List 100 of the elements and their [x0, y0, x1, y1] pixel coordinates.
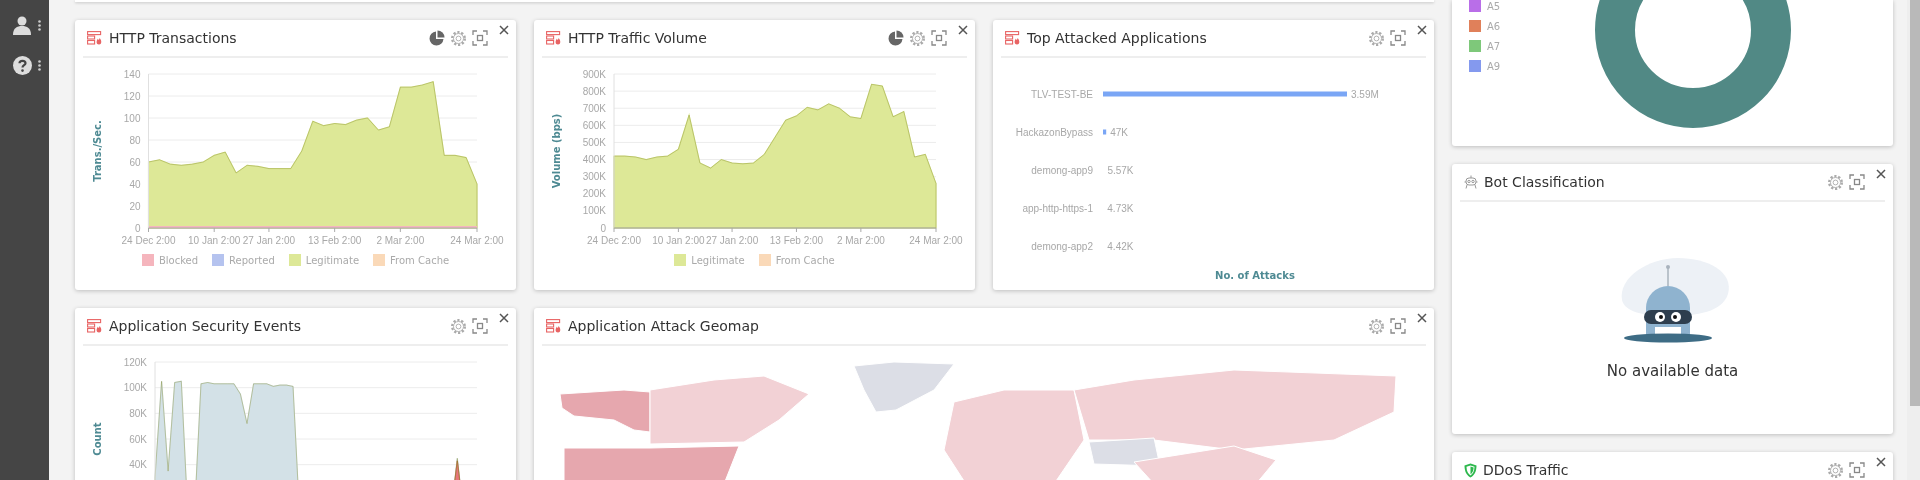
widget-title: HTTP Traffic Volume — [568, 30, 707, 46]
x-tick-label: 10 Jan 2:00 — [652, 235, 705, 246]
x-tick-label: 2 Mar 2:00 — [836, 235, 885, 246]
grid-flame-icon — [546, 31, 562, 45]
more-icon[interactable] — [38, 19, 41, 31]
y-tick-label: 60K — [129, 433, 147, 445]
category-label: demong-app2 — [1031, 241, 1093, 252]
settings-icon[interactable] — [909, 29, 926, 47]
close-button[interactable] — [956, 23, 970, 37]
settings-icon[interactable] — [1827, 173, 1844, 191]
value-label: 3.59M — [1351, 89, 1379, 100]
scrollbar-thumb[interactable] — [1910, 0, 1920, 406]
help-icon[interactable] — [12, 56, 32, 75]
x-tick-label: 27 Jan 2:00 — [242, 235, 296, 246]
legend-swatch[interactable] — [1469, 20, 1481, 32]
legend-label[interactable]: A6 — [1487, 20, 1501, 32]
legend-label[interactable]: A5 — [1487, 0, 1501, 12]
more-icon[interactable] — [37, 60, 41, 71]
grid-flame-icon — [546, 319, 562, 333]
pie-chart-icon[interactable] — [887, 29, 904, 47]
expand-icon[interactable] — [472, 30, 488, 46]
category-label: HackazonBypass — [1015, 127, 1093, 138]
close-button[interactable] — [497, 23, 511, 37]
axis-title: Count — [92, 422, 103, 456]
expand-icon[interactable] — [931, 30, 947, 46]
y-tick-label: 100K — [582, 205, 606, 217]
axis-title: Volume (bps) — [551, 113, 562, 189]
legend-swatch[interactable] — [1469, 40, 1481, 52]
settings-icon[interactable] — [1368, 29, 1385, 47]
legend-swatch[interactable] — [674, 254, 687, 266]
y-tick-label: 900K — [582, 68, 606, 80]
axis-title: No. of Attacks — [1215, 270, 1295, 281]
legend-label[interactable]: From Cache — [775, 254, 835, 266]
widget-title: Application Security Events — [109, 318, 301, 334]
legend-swatch[interactable] — [288, 254, 301, 266]
legend-label[interactable]: Legitimate — [691, 254, 745, 266]
y-tick-label: 80K — [129, 407, 147, 419]
close-button[interactable] — [1415, 23, 1429, 37]
y-tick-label: 100K — [123, 382, 147, 394]
legend-swatch[interactable] — [373, 254, 386, 266]
y-tick-label: 40 — [129, 178, 141, 190]
close-button[interactable] — [1415, 311, 1429, 325]
y-tick-label: 80 — [129, 134, 141, 146]
legend-label[interactable]: From Cache — [390, 254, 450, 266]
grid-flame-icon — [87, 319, 103, 333]
y-tick-label: 600K — [582, 119, 606, 131]
user-icon[interactable] — [12, 15, 32, 35]
legend-label[interactable]: A9 — [1487, 60, 1501, 72]
legend-label[interactable]: Reported — [229, 254, 275, 266]
y-tick-label: 200K — [582, 188, 606, 200]
robot-icon — [1464, 175, 1478, 189]
y-tick-label: 120 — [123, 90, 141, 102]
value-label: 47K — [1110, 127, 1128, 138]
widget-title: HTTP Transactions — [109, 30, 237, 46]
category-label: TLV-TEST-BE — [1030, 89, 1093, 100]
settings-icon[interactable] — [1827, 461, 1844, 479]
category-label: demong-app9 — [1031, 165, 1093, 176]
expand-icon[interactable] — [1849, 462, 1865, 478]
legend-swatch[interactable] — [1469, 60, 1481, 72]
axis-title: Trans./Sec. — [92, 120, 103, 182]
y-tick-label: 140 — [123, 68, 141, 80]
close-button[interactable] — [1874, 455, 1888, 469]
x-tick-label: 13 Feb 2:00 — [769, 235, 824, 246]
pie-chart-icon[interactable] — [428, 29, 445, 47]
y-tick-label: 800K — [582, 85, 606, 97]
legend-label[interactable]: Blocked — [158, 254, 199, 266]
settings-icon[interactable] — [450, 317, 467, 335]
legend-swatch[interactable] — [212, 254, 225, 266]
legend-label[interactable]: A7 — [1487, 40, 1501, 52]
x-tick-label: 27 Jan 2:00 — [705, 235, 759, 246]
settings-icon[interactable] — [450, 29, 467, 47]
x-tick-label: 10 Jan 2:00 — [188, 235, 241, 246]
expand-icon[interactable] — [1849, 174, 1865, 190]
y-tick-label: 120K — [123, 356, 147, 368]
legend-swatch[interactable] — [1469, 0, 1481, 12]
close-button[interactable] — [497, 311, 511, 325]
y-tick-label: 0 — [600, 222, 606, 234]
widget-title: DDoS Traffic — [1483, 462, 1569, 478]
expand-icon[interactable] — [1390, 318, 1406, 334]
y-tick-label: 40K — [129, 459, 147, 471]
expand-icon[interactable] — [1390, 30, 1406, 46]
legend-swatch[interactable] — [141, 254, 154, 266]
value-label: 5.57K — [1107, 165, 1134, 176]
expand-icon[interactable] — [472, 318, 488, 334]
category-label: app-http-https-1 — [1022, 203, 1093, 214]
grid-flame-icon — [1005, 31, 1021, 45]
x-tick-label: 24 Dec 2:00 — [121, 235, 176, 246]
legend-swatch[interactable] — [758, 254, 771, 266]
y-tick-label: 400K — [582, 154, 606, 166]
y-tick-label: 500K — [582, 136, 606, 148]
y-tick-label: 0 — [134, 222, 141, 234]
legend-label[interactable]: Legitimate — [305, 254, 360, 266]
x-tick-label: 24 Mar 2:00 — [909, 235, 963, 246]
close-button[interactable] — [1874, 167, 1888, 181]
grid-flame-icon — [87, 31, 103, 45]
x-tick-label: 2 Mar 2:00 — [376, 235, 425, 246]
widget-title: Bot Classification — [1484, 174, 1605, 190]
y-tick-label: 20 — [129, 200, 141, 212]
bar — [1103, 129, 1107, 135]
settings-icon[interactable] — [1368, 317, 1385, 335]
